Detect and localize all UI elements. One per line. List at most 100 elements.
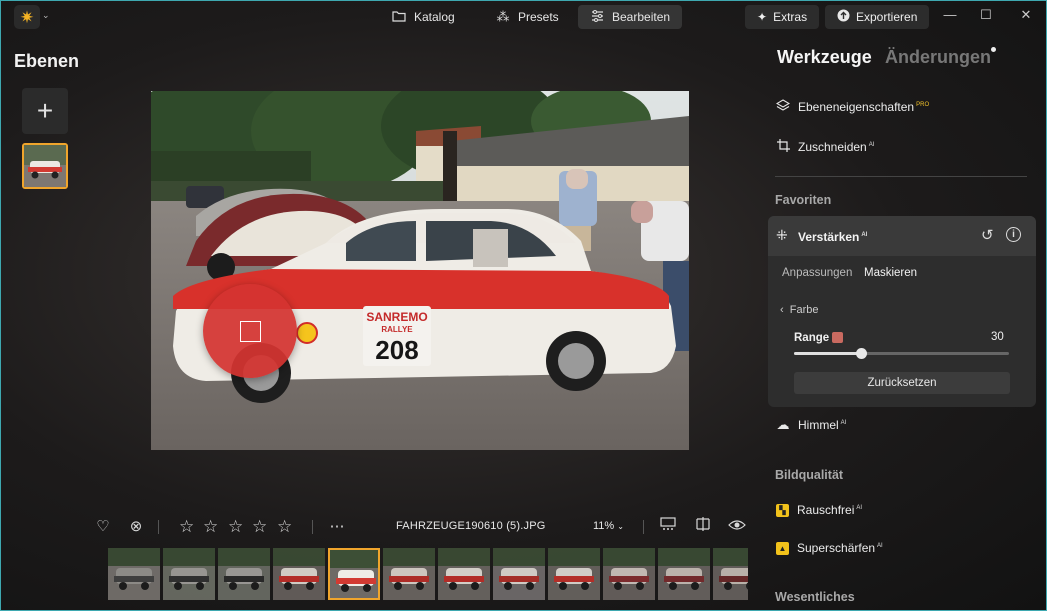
subtab-maskieren[interactable]: Maskieren: [864, 267, 917, 279]
sharpen-icon: ▲: [776, 541, 789, 555]
export-label: Exportieren: [856, 10, 918, 24]
toolbar-divider: [312, 520, 313, 534]
mask-brush-handle[interactable]: [203, 284, 297, 378]
panel-divider: [775, 176, 1027, 177]
filmstrip-thumbnail[interactable]: [603, 548, 655, 600]
nav-presets[interactable]: ⁂ Presets: [484, 5, 571, 29]
tool-zuschneiden[interactable]: Zuschneiden AI: [776, 137, 874, 157]
pro-badge: PRO: [916, 102, 930, 108]
undo-icon[interactable]: ↺: [981, 226, 994, 244]
range-slider-fill: [794, 352, 861, 355]
filmstrip-thumbnail[interactable]: [713, 548, 748, 600]
filmstrip-thumbnail[interactable]: [658, 548, 710, 600]
filmstrip-thumbnail[interactable]: [108, 548, 160, 600]
nav-katalog[interactable]: Katalog: [380, 5, 467, 29]
star-3-icon[interactable]: ☆: [228, 516, 243, 538]
sparkle-icon: ✦: [757, 10, 768, 24]
filmstrip-thumbnail[interactable]: [163, 548, 215, 600]
toolbar-divider: [643, 520, 644, 534]
enhance-tool-card: ⁜ Verstärken AI ↺ i Anpassungen Maskieren…: [768, 216, 1036, 407]
maximize-icon[interactable]: ☐: [976, 7, 996, 23]
sparkle-wand-icon: ⁂: [496, 9, 510, 24]
chevron-down-icon: ⌄: [617, 522, 624, 531]
app-logo[interactable]: ✷: [14, 5, 40, 29]
zoom-level[interactable]: 11% ⌄: [593, 520, 624, 532]
toolbar-divider: [158, 520, 159, 534]
layer-thumbnail[interactable]: [22, 143, 68, 189]
section-favoriten: Favoriten: [775, 193, 832, 207]
nav-katalog-label: Katalog: [414, 10, 455, 24]
star-2-icon[interactable]: ☆: [203, 516, 218, 538]
tool-ebeneneigenschaften-label: Ebeneneigenschaften: [798, 100, 915, 114]
filmstrip-thumbnail[interactable]: [383, 548, 435, 600]
ai-badge: AI: [856, 505, 863, 511]
filmstrip-thumbnail[interactable]: [273, 548, 325, 600]
upload-circle-icon: [837, 9, 850, 25]
filmstrip-thumbnail[interactable]: [328, 548, 380, 600]
star-5-icon[interactable]: ☆: [277, 516, 292, 538]
tool-rauschfrei-label: Rauschfrei: [797, 503, 855, 517]
reject-icon[interactable]: ⊗: [126, 516, 146, 538]
subtab-anpassungen[interactable]: Anpassungen: [782, 267, 852, 279]
range-value: 30: [991, 331, 1004, 343]
info-icon[interactable]: i: [1006, 227, 1021, 242]
compare-icon[interactable]: [693, 516, 713, 538]
ai-badge: AI: [868, 142, 875, 148]
sliders-icon: [590, 9, 604, 25]
enhance-label: Verstärken: [798, 230, 860, 244]
main-photo[interactable]: SANREMO RALLYE 208: [151, 91, 689, 450]
crop-icon: [776, 139, 790, 155]
zoom-value: 11%: [593, 520, 615, 532]
reset-button[interactable]: Zurücksetzen: [794, 372, 1010, 394]
filmstrip-view-icon[interactable]: [658, 516, 678, 538]
bottom-toolbar: ♡ ⊗ ☆ ☆ ☆ ☆ ☆ ⋯ FAHRZEUGE190610 (5).JPG …: [0, 516, 760, 538]
filmstrip-thumbnail[interactable]: [493, 548, 545, 600]
extras-button[interactable]: ✦ Extras: [745, 5, 820, 29]
tool-superschaerfen-label: Superschärfen: [797, 541, 876, 555]
star-1-icon[interactable]: ☆: [179, 516, 194, 538]
star-4-icon[interactable]: ☆: [252, 516, 267, 538]
sun-icon: ✷: [19, 7, 35, 27]
back-to-farbe[interactable]: ‹ Farbe: [780, 304, 819, 316]
back-label: Farbe: [789, 304, 819, 316]
chevron-down-icon[interactable]: ⌄: [42, 10, 50, 21]
chevron-left-icon: ‹: [780, 304, 784, 316]
plate-sanremo-text: SANREMO: [366, 310, 427, 324]
ai-badge: AI: [840, 420, 847, 426]
nav-bearbeiten[interactable]: Bearbeiten: [578, 5, 683, 29]
nav-presets-label: Presets: [518, 10, 559, 24]
range-label: Range: [794, 332, 830, 344]
minimize-icon[interactable]: —: [940, 7, 960, 22]
filmstrip: [108, 548, 748, 600]
tool-himmel[interactable]: ☁ Himmel AI: [776, 415, 847, 435]
filmstrip-thumbnail[interactable]: [438, 548, 490, 600]
add-layer-button[interactable]: +: [22, 88, 68, 134]
extras-label: Extras: [773, 10, 808, 24]
filmstrip-thumbnail[interactable]: [218, 548, 270, 600]
file-name: FAHRZEUGE190610 (5).JPG: [396, 520, 546, 532]
section-bildqualitaet: Bildqualität: [775, 468, 844, 482]
tab-werkzeuge[interactable]: Werkzeuge: [777, 47, 872, 68]
close-icon[interactable]: ✕: [1016, 7, 1036, 23]
heart-icon[interactable]: ♡: [93, 516, 113, 538]
tool-superschaerfen[interactable]: ▲ Superschärfen AI: [776, 538, 883, 558]
eye-icon[interactable]: [727, 516, 747, 538]
range-slider[interactable]: [794, 348, 1009, 359]
tab-aenderungen[interactable]: Änderungen: [885, 47, 991, 68]
filmstrip-thumbnail[interactable]: [548, 548, 600, 600]
more-options-icon[interactable]: ⋯: [327, 516, 347, 538]
tool-himmel-label: Himmel: [798, 418, 839, 432]
nav-bearbeiten-label: Bearbeiten: [612, 10, 671, 24]
tool-zuschneiden-label: Zuschneiden: [798, 140, 867, 154]
plus-icon: +: [36, 95, 54, 126]
tool-ebeneneigenschaften[interactable]: Ebeneneigenschaften PRO: [775, 97, 930, 117]
export-button[interactable]: Exportieren: [825, 5, 930, 29]
tool-rauschfrei[interactable]: ▚ Rauschfrei AI: [776, 500, 862, 520]
enhance-tool-header[interactable]: ⁜ Verstärken AI ↺ i: [768, 216, 1036, 256]
folder-icon: [392, 10, 406, 25]
color-swatch[interactable]: [832, 332, 843, 343]
square-icon: [239, 320, 261, 342]
ai-badge: AI: [877, 543, 883, 549]
range-slider-knob[interactable]: [855, 348, 867, 359]
layers-icon: [775, 99, 791, 115]
